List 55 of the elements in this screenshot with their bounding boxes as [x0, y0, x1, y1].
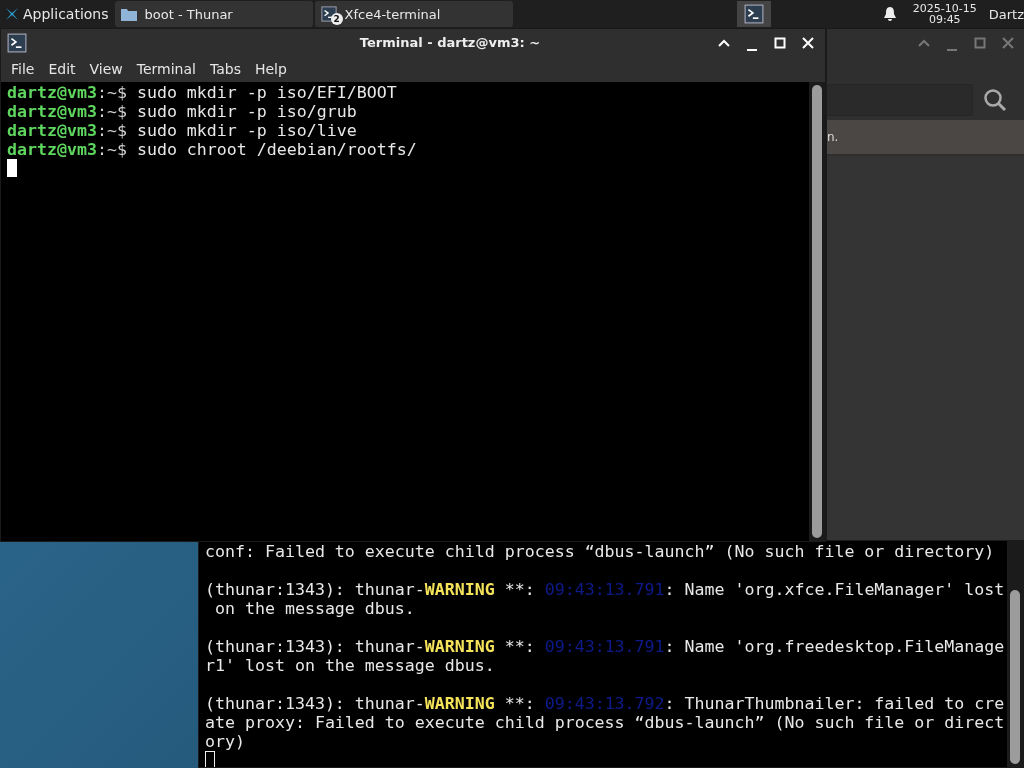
- menu-item[interactable]: View: [83, 59, 129, 79]
- chevron-up-icon: [718, 38, 730, 47]
- command-text: sudo mkdir -p iso/EFI/BOOT: [136, 83, 397, 102]
- scrollbar[interactable]: [809, 82, 825, 541]
- prompt-path: :~$: [96, 83, 127, 102]
- close-icon: [802, 36, 814, 49]
- command-text: sudo mkdir -p iso/live: [136, 121, 357, 140]
- prompt-text: dartz@vm3: [7, 102, 97, 121]
- output-line: ate proxy: Failed to execute child process “dbus-launch” (No such file or direct: [205, 713, 1005, 732]
- minimize-icon: [747, 48, 757, 51]
- minimize-icon: [947, 48, 957, 51]
- applications-menu[interactable]: Applications: [0, 1, 113, 27]
- text-cursor: [7, 159, 17, 177]
- notification-button[interactable]: [882, 6, 897, 22]
- terminal-icon: [743, 4, 764, 24]
- workspace-switcher[interactable]: [736, 1, 771, 27]
- terminal-icon: [320, 6, 337, 22]
- user-name[interactable]: Dartz: [988, 6, 1024, 22]
- output-line: (thunar:1343): thunar-WARNING **: 09:43:13.791: Name 'org.xfce.FileManager' lost: [205, 580, 1005, 599]
- taskbar-button[interactable]: 2 Xfce4-terminal: [314, 1, 513, 27]
- maximize-icon: [774, 36, 786, 49]
- window-title: Terminal - dartz@vm3: ~: [358, 35, 542, 50]
- menu-item[interactable]: Terminal: [130, 59, 202, 79]
- menu-item[interactable]: Tabs: [203, 59, 247, 79]
- maximize-icon: [974, 36, 986, 49]
- mouse-logo-icon: [4, 6, 20, 22]
- search-icon: [983, 88, 1007, 112]
- prompt-path: :~$: [96, 121, 127, 140]
- terminal-icon: [7, 32, 27, 53]
- output-line: ory): [205, 732, 245, 751]
- prompt-text: dartz@vm3: [7, 121, 97, 140]
- chevron-up-icon: [918, 38, 930, 47]
- output-line: on the message dbus.: [214, 599, 415, 618]
- output-line: (thunar:1343): thunar-WARNING **: 09:43:13.791: Name 'org.freedesktop.FileManage: [205, 637, 1005, 656]
- command-text: sudo chroot /deebian/rootfs/: [136, 140, 417, 159]
- clock[interactable]: 2025-10-15 09:45: [912, 3, 977, 25]
- prompt-text: dartz@vm3: [7, 83, 97, 102]
- menu-item[interactable]: File: [5, 59, 41, 79]
- command-text: sudo mkdir -p iso/grub: [136, 102, 357, 121]
- menu-item[interactable]: Help: [248, 59, 293, 79]
- output-line: r1' lost on the message dbus.: [205, 656, 495, 675]
- info-text: n.: [827, 130, 839, 144]
- text-cursor: [205, 751, 215, 767]
- search-button[interactable]: [983, 88, 1007, 112]
- taskbar-button[interactable]: boot - Thunar: [114, 1, 313, 27]
- bell-icon: [882, 6, 897, 22]
- prompt-text: dartz@vm3: [7, 140, 97, 159]
- menu-item[interactable]: Edit: [42, 59, 82, 79]
- close-icon: [1002, 36, 1014, 49]
- folder-icon: [120, 7, 137, 21]
- scrollbar[interactable]: [1007, 541, 1023, 767]
- output-line: (thunar:1343): thunar-WARNING **: 09:43:13.792: ThunarThumbnailer: failed to cre: [205, 694, 1005, 713]
- prompt-path: :~$: [96, 140, 127, 159]
- output-line: conf: Failed to execute child process “dbus-launch” (No such file or directory): [205, 542, 995, 561]
- prompt-path: :~$: [96, 102, 127, 121]
